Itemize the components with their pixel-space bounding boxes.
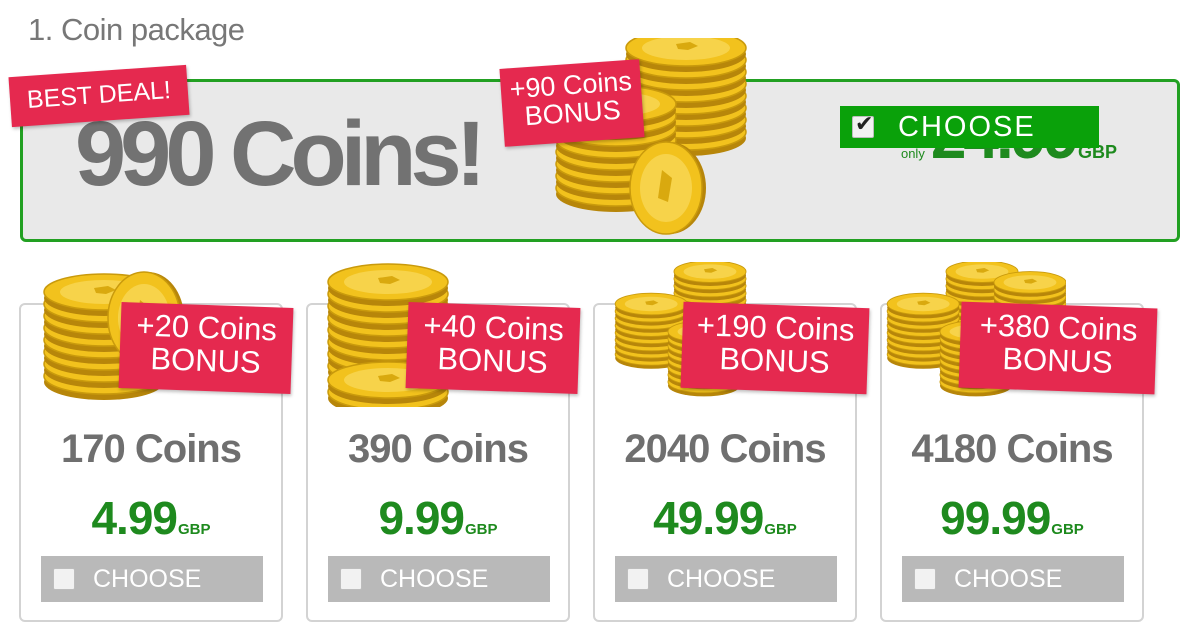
package-price: 99.99 GBP	[882, 491, 1142, 545]
package-price: 4.99 GBP	[21, 491, 281, 545]
coin-amount: 390 Coins	[348, 427, 529, 471]
price-currency: GBP	[178, 521, 211, 538]
bonus-label: BONUS	[149, 340, 262, 380]
bonus-amount: +20 Coins	[135, 307, 278, 348]
checkbox-icon[interactable]	[340, 568, 362, 590]
featured-bonus-ribbon: +90 Coins BONUS	[499, 59, 645, 147]
choose-label: CHOOSE	[93, 564, 202, 593]
featured-coin-amount: 990 Coins!	[75, 103, 486, 205]
section-title: 1. Coin package	[28, 12, 245, 47]
bonus-amount: +40 Coins	[422, 307, 565, 348]
bonus-ribbon: +190 Coins BONUS	[680, 301, 870, 395]
price-currency: GBP	[465, 521, 498, 538]
price-currency: GBP	[1051, 521, 1084, 538]
package-price: 9.99 GBP	[308, 491, 568, 545]
coin-amount: 170 Coins	[61, 427, 242, 471]
price-value: 9.99	[378, 492, 465, 544]
bonus-ribbon: +40 Coins BONUS	[405, 302, 581, 394]
choose-button[interactable]: CHOOSE	[41, 556, 263, 602]
choose-label: CHOOSE	[954, 564, 1063, 593]
choose-button[interactable]: CHOOSE	[902, 556, 1124, 602]
package-price: 49.99 GBP	[595, 491, 855, 545]
coin-amount: 2040 Coins	[624, 427, 826, 471]
bonus-ribbon: +20 Coins BONUS	[118, 302, 294, 394]
checkbox-icon[interactable]	[627, 568, 649, 590]
price-value: 49.99	[653, 492, 764, 544]
coin-amount: 4180 Coins	[911, 427, 1113, 471]
checkbox-icon[interactable]	[53, 568, 75, 590]
bonus-ribbon: +380 Coins BONUS	[958, 301, 1158, 395]
price-value: 99.99	[940, 492, 1051, 544]
choose-label: CHOOSE	[380, 564, 489, 593]
choose-button[interactable]: CHOOSE	[615, 556, 837, 602]
price-prefix: only	[900, 146, 925, 161]
bonus-amount: +190 Coins	[696, 307, 856, 348]
checkbox-icon[interactable]	[914, 568, 936, 590]
featured-choose-button[interactable]: CHOOSE	[840, 106, 1099, 148]
choose-label: CHOOSE	[898, 110, 1036, 143]
price-currency: GBP	[764, 521, 797, 538]
choose-label: CHOOSE	[667, 564, 776, 593]
choose-button[interactable]: CHOOSE	[328, 556, 550, 602]
price-value: 4.99	[91, 492, 178, 544]
bonus-label: BONUS	[436, 340, 549, 380]
checkbox-checked-icon[interactable]	[852, 112, 875, 138]
